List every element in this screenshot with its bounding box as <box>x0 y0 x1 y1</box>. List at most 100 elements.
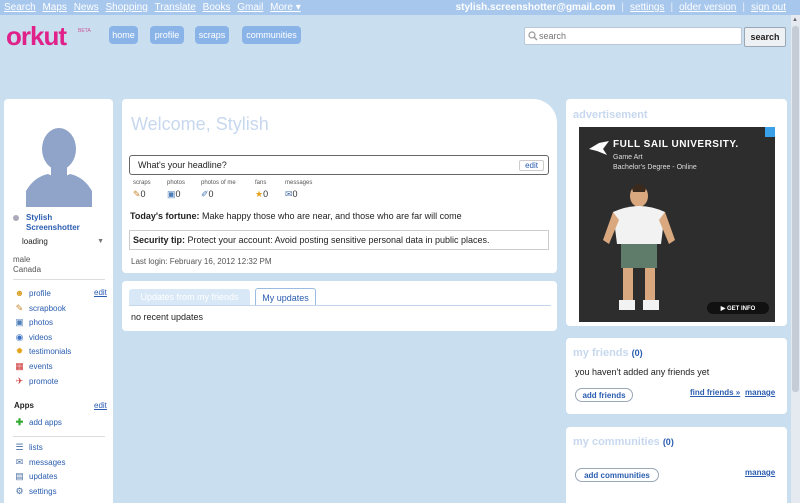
stat-photos-of-me[interactable]: photos of me ✐0 <box>201 180 236 199</box>
headline-field[interactable]: What's your headline? edit <box>129 155 549 175</box>
search-button[interactable]: search <box>744 27 786 47</box>
page-scrollbar[interactable]: ▲ <box>791 15 800 503</box>
status-label: loading <box>22 237 48 246</box>
stat-value: ✐0 <box>201 189 214 199</box>
sidebar-item-lists[interactable]: ☰ lists <box>14 442 42 453</box>
profile-name-label: Stylish Screenshotter <box>26 213 80 232</box>
stat-label: photos <box>167 180 186 186</box>
find-friends-link[interactable]: find friends » <box>690 388 740 397</box>
separator: | <box>670 2 674 13</box>
sidebar-item-photos[interactable]: ▣ photos <box>14 317 53 328</box>
friends-count: (0) <box>631 348 643 358</box>
updates-panel: Updates from my friends My updates no re… <box>122 281 557 331</box>
sidebar-item-label: settings <box>29 487 57 496</box>
profile-info: male Canada <box>13 255 41 275</box>
scroll-up-icon[interactable]: ▲ <box>792 17 798 23</box>
headline-placeholder: What's your headline? <box>138 160 227 170</box>
nav-communities-button[interactable]: communities <box>242 26 301 44</box>
sidebar-item-profile[interactable]: ☻ profile <box>14 288 51 299</box>
top-link-gmail[interactable]: Gmail <box>237 2 263 13</box>
add-friends-button[interactable]: add friends <box>575 388 633 402</box>
friends-manage-link[interactable]: manage <box>745 388 775 397</box>
stat-value: ✎0 <box>133 189 146 199</box>
top-link-search[interactable]: Search <box>4 2 36 13</box>
fortune-message: Make happy those who are near, and those… <box>202 211 462 221</box>
sidebar-item-promote[interactable]: ✈ promote <box>14 376 59 387</box>
older-version-link[interactable]: older version <box>679 2 736 13</box>
profile-name[interactable]: Stylish Screenshotter <box>13 213 104 233</box>
status-selector[interactable]: loading ▼ <box>22 237 104 246</box>
scrollbar-thumb[interactable] <box>792 26 799 392</box>
sidebar-item-messages[interactable]: ✉ messages <box>14 457 66 468</box>
ad-banner[interactable]: FULL SAIL UNIVERSITY. Game Art Bachelor'… <box>579 127 775 322</box>
my-communities-panel: my communities (0) add communities manage <box>566 427 787 503</box>
stat-label: fans <box>255 180 267 186</box>
sidebar-item-updates[interactable]: ▤ updates <box>14 471 57 482</box>
top-link-books[interactable]: Books <box>203 2 231 13</box>
sidebar-item-scrapbook[interactable]: ✎ scrapbook <box>14 303 66 314</box>
stat-fans[interactable]: fans ★0 <box>255 180 268 199</box>
calendar-icon: ▦ <box>15 361 24 371</box>
stat-scraps[interactable]: scraps ✎0 <box>133 180 151 199</box>
add-apps-item[interactable]: ✚ add apps <box>14 417 62 428</box>
get-info-button[interactable]: ▶ GET INFO <box>707 302 769 314</box>
sign-out-link[interactable]: sign out <box>751 2 786 13</box>
photos-icon: ▣ <box>167 189 176 199</box>
ad-choices-icon[interactable] <box>765 127 775 137</box>
sidebar-item-label: testimonials <box>29 347 72 356</box>
top-link-more[interactable]: More ▾ <box>270 2 301 13</box>
scrapbook-icon: ✎ <box>15 303 24 313</box>
bird-logo-icon <box>589 141 609 155</box>
advertisement-panel: advertisement FULL SAIL UNIVERSITY. Game… <box>566 99 787 326</box>
security-tip-message: Protect your account: Avoid posting sens… <box>187 235 490 245</box>
settings-link[interactable]: settings <box>630 2 664 13</box>
communities-manage-link[interactable]: manage <box>745 468 775 477</box>
stat-messages[interactable]: messages ✉0 <box>285 180 313 199</box>
avatar[interactable] <box>26 121 92 207</box>
stat-value: ✉0 <box>285 189 298 199</box>
orkut-logo[interactable]: orkut <box>6 21 67 52</box>
divider <box>13 436 105 437</box>
stat-value: ★0 <box>255 189 269 199</box>
beta-label: BETA <box>78 28 91 34</box>
tag-icon: ✐ <box>201 189 209 199</box>
top-link-news[interactable]: News <box>74 2 99 13</box>
videos-icon: ◉ <box>15 332 24 342</box>
sidebar-item-events[interactable]: ▦ events <box>14 361 52 372</box>
edit-apps-link[interactable]: edit <box>94 401 107 410</box>
welcome-heading: Welcome, Stylish <box>131 114 269 134</box>
search-icon <box>528 31 538 41</box>
security-tip-label: Security tip: <box>133 235 186 245</box>
divider <box>13 279 105 280</box>
nav-scraps-button[interactable]: scraps <box>195 26 229 44</box>
top-link-translate[interactable]: Translate <box>155 2 196 13</box>
gender-text: male <box>13 255 31 264</box>
edit-profile-link[interactable]: edit <box>94 288 107 297</box>
no-updates-text: no recent updates <box>131 312 204 322</box>
sidebar-item-testimonials[interactable]: ✹ testimonials <box>14 346 72 357</box>
sidebar-item-label: photos <box>29 318 54 327</box>
nav-profile-button[interactable]: profile <box>150 26 184 44</box>
envelope-icon: ✉ <box>285 189 293 199</box>
stat-photos[interactable]: photos ▣0 <box>167 180 186 199</box>
ad-degree: Bachelor's Degree - Online <box>613 164 697 171</box>
top-link-maps[interactable]: Maps <box>42 2 66 13</box>
last-login: Last login: February 16, 2012 12:32 PM <box>131 257 272 266</box>
add-communities-button[interactable]: add communities <box>575 468 659 482</box>
google-bar: Search Maps News Shopping Translate Book… <box>0 0 800 15</box>
tab-my-updates[interactable]: My updates <box>255 288 316 306</box>
top-link-shopping[interactable]: Shopping <box>106 2 148 13</box>
tab-updates-from-friends[interactable]: Updates from my friends <box>129 289 250 305</box>
my-communities-heading[interactable]: my communities (0) <box>573 436 674 448</box>
stat-label: messages <box>285 180 313 186</box>
google-links: Search Maps News Shopping Translate Book… <box>0 2 301 13</box>
nav-home-button[interactable]: home <box>109 26 138 44</box>
headline-edit-button[interactable]: edit <box>519 159 544 171</box>
sidebar-item-settings[interactable]: ⚙ settings <box>14 486 57 497</box>
sidebar-item-videos[interactable]: ◉ videos <box>14 332 53 343</box>
lists-icon: ☰ <box>15 442 24 452</box>
account-links: stylish.screenshotter@gmail.com | settin… <box>456 2 800 13</box>
sidebar-item-label: scrapbook <box>29 304 66 313</box>
my-friends-heading[interactable]: my friends (0) <box>573 347 643 359</box>
search-input[interactable] <box>539 31 729 41</box>
